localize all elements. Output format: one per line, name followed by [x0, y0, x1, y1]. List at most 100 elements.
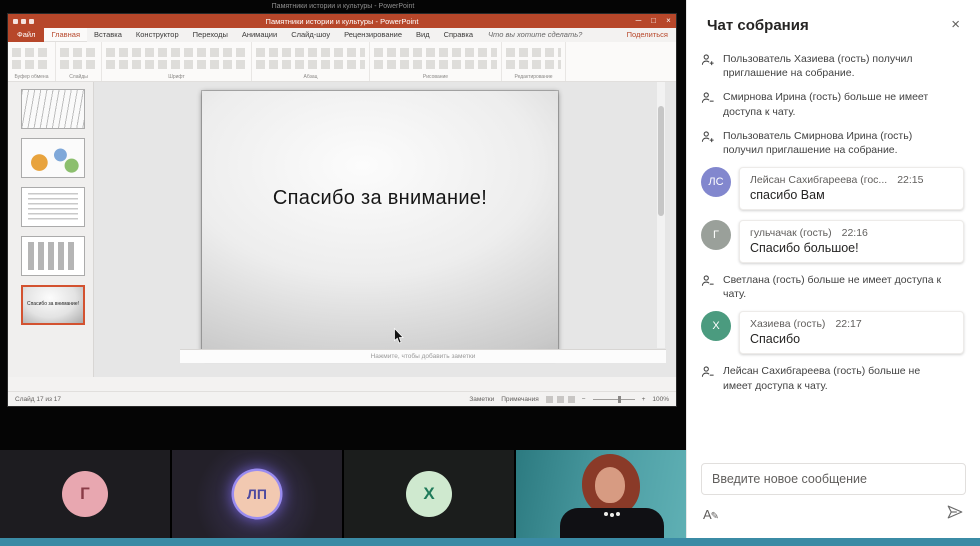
- tab-review[interactable]: Рецензирование: [337, 28, 409, 42]
- avatar[interactable]: Х: [701, 311, 731, 341]
- notes-button[interactable]: Заметки: [469, 396, 494, 403]
- tab-insert[interactable]: Вставка: [87, 28, 129, 42]
- tab-design[interactable]: Конструктор: [129, 28, 186, 42]
- message-input[interactable]: [701, 463, 966, 495]
- share-button[interactable]: Поделиться: [627, 28, 668, 42]
- slide-canvas[interactable]: Спасибо за внимание!: [202, 91, 558, 357]
- ribbon-group-slides[interactable]: Слайды: [56, 42, 102, 81]
- person-add-icon: [701, 53, 715, 67]
- taskbar-accent-strip: [0, 538, 980, 546]
- slide-scrollbar-thumb[interactable]: [658, 106, 664, 216]
- system-message: Лейсан Сахибгареева (гость) больше не им…: [701, 364, 964, 392]
- teams-meeting-window: Памятники истории и культуры - PowerPoin…: [0, 0, 980, 546]
- person-remove-icon: [701, 365, 715, 379]
- tab-view[interactable]: Вид: [409, 28, 437, 42]
- system-message: Пользователь Хазиева (гость) получил при…: [701, 52, 964, 80]
- format-button[interactable]: A ✎: [703, 507, 719, 522]
- message-text: спасибо Вам: [750, 188, 953, 202]
- zoom-slider-handle[interactable]: [618, 396, 621, 403]
- system-message: Смирнова Ирина (гость) больше не имеет д…: [701, 90, 964, 118]
- meeting-chat-panel: Чат собрания × Пользователь Хазиева (гос…: [686, 0, 980, 538]
- message-card[interactable]: Хазиева (гость) 22:17 Спасибо: [739, 311, 964, 354]
- chat-header: Чат собрания ×: [687, 0, 980, 42]
- ppt-status-bar: Слайд 17 из 17 Заметки Примечания − + 10…: [8, 391, 676, 406]
- zoom-in-button[interactable]: +: [642, 396, 646, 403]
- presenting-window-title: Памятники истории и культуры - PowerPoin…: [0, 3, 686, 10]
- thumbnails-panel[interactable]: Спасибо за внимание!: [8, 82, 94, 377]
- format-pen-icon: ✎: [711, 511, 719, 522]
- tab-transitions[interactable]: Переходы: [186, 28, 235, 42]
- message-card[interactable]: гульчачак (гость) 22:16 Спасибо большое!: [739, 220, 964, 263]
- system-message-text: Пользователь Хазиева (гость) получил при…: [723, 52, 950, 80]
- maximize-button[interactable]: □: [646, 14, 661, 28]
- slides-controls[interactable]: [60, 47, 97, 71]
- slide-thumbnail[interactable]: [21, 187, 85, 227]
- system-message-text: Лейсан Сахибгареева (гость) больше не им…: [723, 364, 950, 392]
- view-mode-buttons[interactable]: [546, 396, 575, 403]
- font-controls[interactable]: [106, 47, 247, 71]
- ribbon: Буфер обмена Слайды Шрифт Абзац Рисовани…: [8, 42, 676, 82]
- comments-button[interactable]: Примечания: [501, 396, 539, 403]
- slide-thumbnail[interactable]: [21, 89, 85, 129]
- tab-file[interactable]: Файл: [8, 28, 44, 42]
- drawing-controls[interactable]: [374, 47, 497, 71]
- slide-scrollbar-track[interactable]: [657, 82, 665, 348]
- slide-thumbnail-selected[interactable]: Спасибо за внимание!: [21, 285, 85, 325]
- normal-view-icon[interactable]: [546, 396, 553, 403]
- slide-counter: Слайд 17 из 17: [15, 396, 61, 403]
- video-tile-participant-2-speaking[interactable]: ЛП: [172, 450, 342, 538]
- zoom-slider[interactable]: [593, 399, 635, 400]
- screen-share-area: Памятники истории и культуры - PowerPoin…: [0, 0, 686, 538]
- participant-avatar-speaking: ЛП: [234, 471, 280, 517]
- person-body-shape: [560, 508, 664, 538]
- message-time: 22:15: [897, 174, 923, 186]
- system-message-text: Светлана (гость) больше не имеет доступа…: [723, 273, 950, 301]
- mouse-cursor-icon: [394, 328, 405, 344]
- video-strip: Г ЛП Х: [0, 450, 686, 538]
- slide-thumbnail[interactable]: [21, 138, 85, 178]
- ribbon-group-editing[interactable]: Редактирование: [502, 42, 566, 81]
- ribbon-group-paragraph[interactable]: Абзац: [252, 42, 370, 81]
- window-close-button[interactable]: ×: [661, 14, 676, 28]
- minimize-button[interactable]: ─: [631, 14, 646, 28]
- message-author: гульчачак (гость): [750, 227, 832, 239]
- tell-me-box[interactable]: Что вы хотите сделать?: [488, 28, 582, 42]
- message-time: 22:16: [842, 227, 868, 239]
- avatar[interactable]: ЛС: [701, 167, 731, 197]
- tab-slideshow[interactable]: Слайд-шоу: [284, 28, 337, 42]
- message-text: Спасибо: [750, 332, 953, 346]
- system-message-text: Смирнова Ирина (гость) больше не имеет д…: [723, 90, 950, 118]
- chat-toolbar: A ✎: [687, 495, 980, 538]
- ppt-editor-area: Спасибо за внимание! Спасибо за внимание…: [8, 82, 676, 377]
- clipboard-controls[interactable]: [12, 47, 51, 71]
- notes-placeholder[interactable]: Нажмите, чтобы добавить заметки: [180, 349, 666, 363]
- zoom-out-button[interactable]: −: [582, 396, 586, 403]
- tab-animations[interactable]: Анимации: [235, 28, 284, 42]
- slide-thumbnail[interactable]: [21, 236, 85, 276]
- slide-sorter-icon[interactable]: [557, 396, 564, 403]
- video-tile-participant-1[interactable]: Г: [0, 450, 170, 538]
- ppt-window-title: Памятники истории и культуры - PowerPoin…: [8, 17, 676, 26]
- ribbon-group-font[interactable]: Шрифт: [102, 42, 252, 81]
- chat-message-list[interactable]: Пользователь Хазиева (гость) получил при…: [687, 42, 980, 455]
- ribbon-group-drawing[interactable]: Рисование: [370, 42, 502, 81]
- editing-controls[interactable]: [506, 47, 561, 71]
- message-card[interactable]: Лейсан Сахибгареева (гос... 22:15 спасиб…: [739, 167, 964, 210]
- person-add-icon: [701, 130, 715, 144]
- zoom-level: 100%: [652, 396, 669, 403]
- message-author: Хазиева (гость): [750, 318, 825, 330]
- slideshow-view-icon[interactable]: [568, 396, 575, 403]
- tab-help[interactable]: Справка: [437, 28, 480, 42]
- slide-editing-region: Спасибо за внимание! Нажмите, чтобы доба…: [94, 82, 666, 363]
- paragraph-controls[interactable]: [256, 47, 365, 71]
- tab-home[interactable]: Главная: [44, 28, 87, 42]
- person-remove-icon: [701, 91, 715, 105]
- ribbon-group-clipboard[interactable]: Буфер обмена: [8, 42, 56, 81]
- webcam-video[interactable]: [516, 450, 686, 538]
- video-tile-participant-3[interactable]: Х: [344, 450, 514, 538]
- chat-input-container: [687, 455, 980, 495]
- send-icon: [946, 503, 964, 521]
- avatar[interactable]: Г: [701, 220, 731, 250]
- send-button[interactable]: [946, 503, 964, 526]
- chat-close-button[interactable]: ×: [947, 16, 964, 34]
